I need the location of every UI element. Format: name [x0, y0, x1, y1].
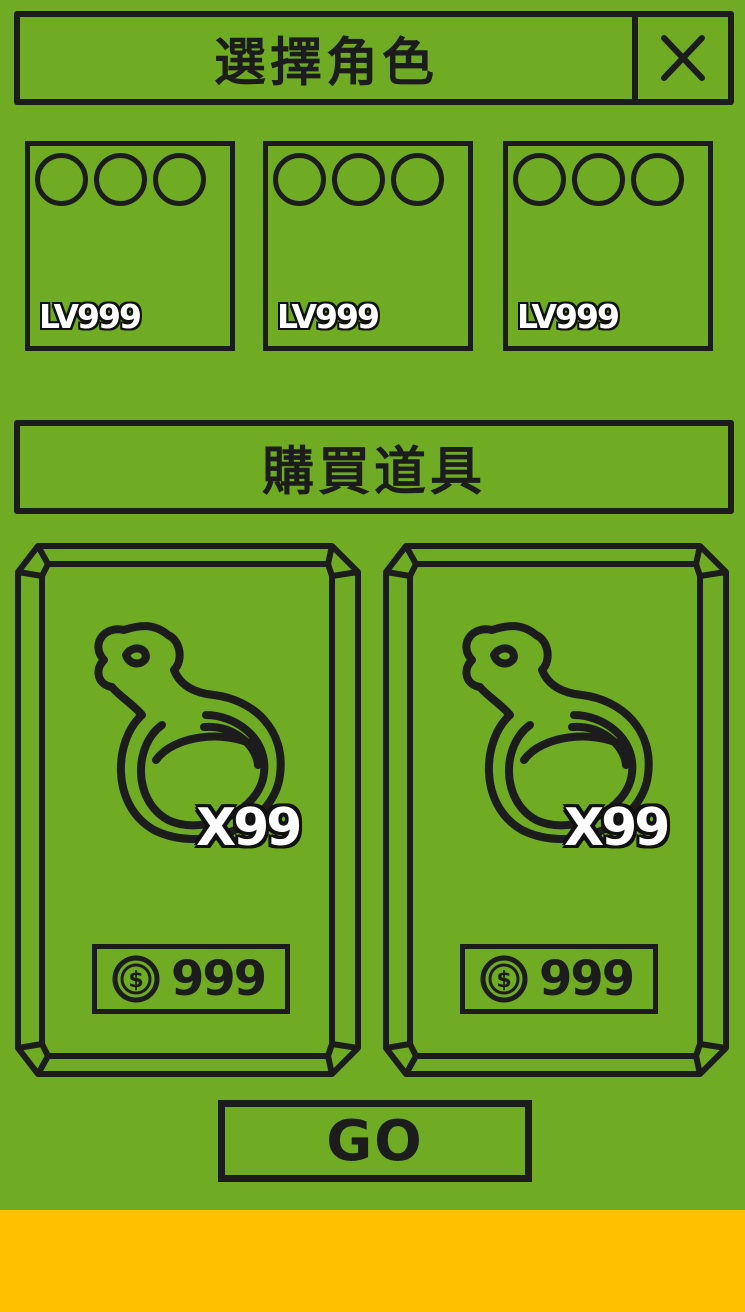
- slot-circle: [35, 153, 88, 206]
- slot-circle: [513, 153, 566, 206]
- character-slots: [35, 153, 206, 206]
- slot-circle: [332, 153, 385, 206]
- buy-price-button[interactable]: $ 999: [92, 944, 290, 1014]
- character-level: LV999: [39, 297, 142, 336]
- slot-circle: [153, 153, 206, 206]
- character-card-1[interactable]: LV999: [25, 141, 235, 351]
- item-quantity: X99: [196, 798, 302, 858]
- character-slots: [513, 153, 684, 206]
- svg-text:$: $: [496, 968, 511, 993]
- slot-circle: [391, 153, 444, 206]
- select-character-header: 選擇角色: [14, 11, 734, 105]
- select-character-title: 選擇角色: [213, 33, 438, 94]
- slot-circle: [273, 153, 326, 206]
- item-price: 999: [171, 951, 267, 1007]
- close-button[interactable]: [632, 11, 728, 105]
- buy-items-title: 購買道具: [261, 442, 486, 503]
- character-card-3[interactable]: LV999: [503, 141, 713, 351]
- slot-circle: [572, 153, 625, 206]
- item-card-1[interactable]: X99 $ 999: [14, 540, 364, 1080]
- buy-items-header: 購買道具: [14, 420, 734, 514]
- svg-text:$: $: [128, 968, 143, 993]
- go-button-label: GO: [326, 1108, 424, 1174]
- item-price: 999: [539, 951, 635, 1007]
- character-slots: [273, 153, 444, 206]
- item-card-2[interactable]: X99 $ 999: [382, 540, 732, 1080]
- character-level: LV999: [277, 297, 380, 336]
- close-icon: [661, 35, 705, 81]
- slot-circle: [631, 153, 684, 206]
- coin-icon: $: [480, 955, 528, 1003]
- bottom-bar: [0, 1210, 745, 1312]
- item-quantity: X99: [564, 798, 670, 858]
- buy-price-button[interactable]: $ 999: [460, 944, 658, 1014]
- slot-circle: [94, 153, 147, 206]
- go-button[interactable]: GO: [218, 1100, 532, 1182]
- character-level: LV999: [517, 297, 620, 336]
- coin-icon: $: [112, 955, 160, 1003]
- character-card-2[interactable]: LV999: [263, 141, 473, 351]
